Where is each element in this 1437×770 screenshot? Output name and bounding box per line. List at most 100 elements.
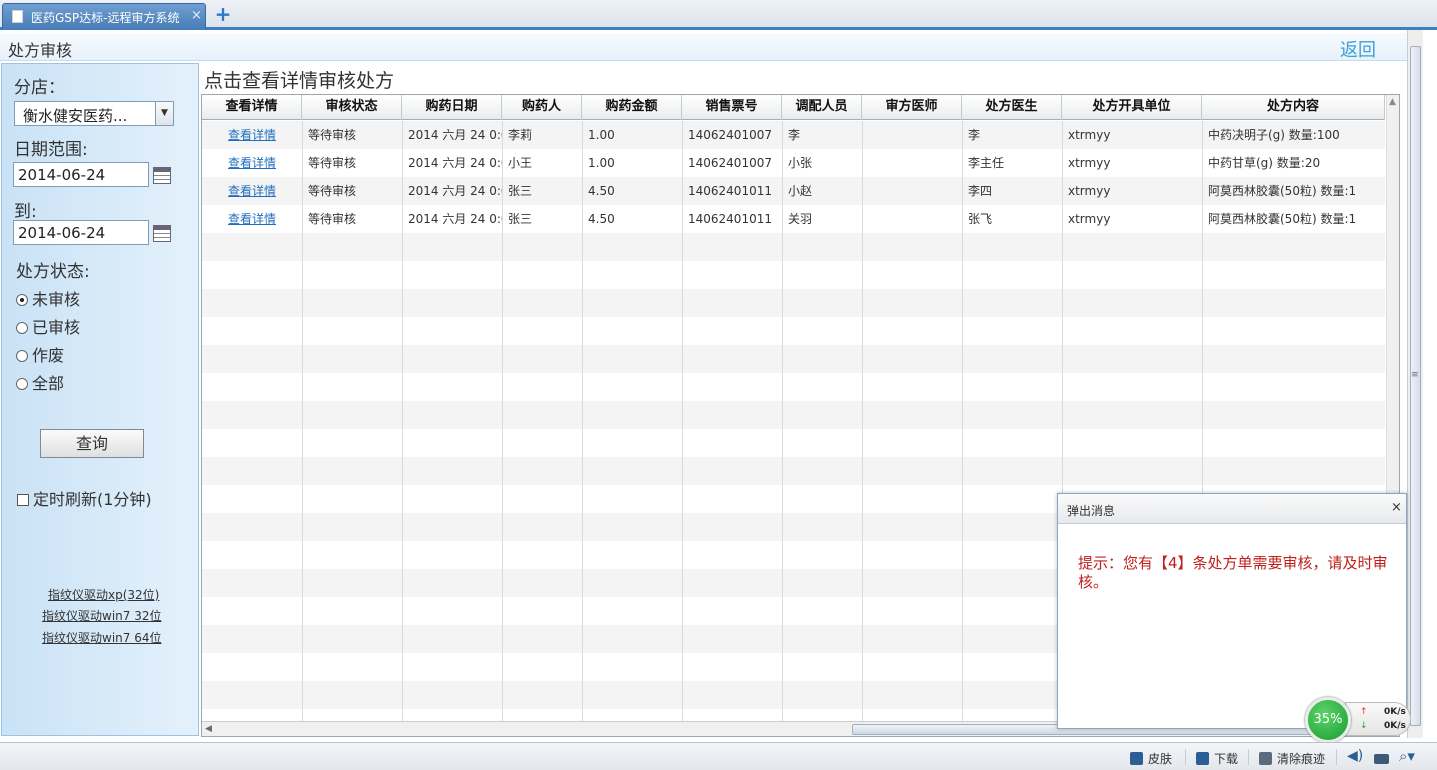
checkbox[interactable] <box>17 494 29 506</box>
empty-row <box>202 373 1385 401</box>
col-dispenser-cell: 小张 <box>788 156 813 170</box>
col-doctor-cell: 李四 <box>968 184 993 198</box>
back-link[interactable]: 返回 <box>1340 36 1376 62</box>
download-speed: 0K/s <box>1384 721 1406 731</box>
skin-button[interactable]: 皮肤 <box>1130 750 1172 767</box>
date-from-input[interactable]: 2014-06-24 <box>13 162 149 187</box>
clear-traces-button[interactable]: 清除痕迹 <box>1259 750 1325 767</box>
view-detail-link[interactable]: 查看详情 <box>202 149 302 177</box>
radio-status-all[interactable]: 全部 <box>16 370 64 394</box>
query-button[interactable]: 查询 <box>40 429 144 458</box>
download-button[interactable]: 下载 <box>1196 750 1238 767</box>
driver-link-win7-64[interactable]: 指纹仪驱动win7 64位 <box>42 629 161 646</box>
radio-button[interactable] <box>16 350 28 362</box>
col-ticket-no-cell: 14062401007 <box>688 128 772 142</box>
view-detail-link[interactable]: 查看详情 <box>202 121 302 149</box>
memory-usage-ball[interactable]: 35% <box>1305 697 1351 743</box>
col-reviewer-cell <box>862 121 962 149</box>
store-select[interactable]: 衡水健安医药... ▼ <box>14 101 174 126</box>
auto-refresh-checkbox[interactable]: 定时刷新(1分钟) <box>17 486 152 510</box>
network-speed-widget[interactable]: ↑ 0K/s ↓ 0K/s 35% <box>1305 697 1413 743</box>
status-label: 处方状态: <box>16 262 90 282</box>
upload-speed: 0K/s <box>1384 707 1406 717</box>
filter-panel: 分店： 衡水健安医药... ▼ 日期范围: 2014-06-24 到: 2014… <box>1 63 199 736</box>
radio-label: 全部 <box>32 374 65 393</box>
col-content-cell: 阿莫西林胶囊(50粒) 数量:1 <box>1208 184 1357 198</box>
radio-button[interactable] <box>16 322 28 334</box>
col-amount-cell: 1.00 <box>588 156 615 170</box>
col-review-status-header[interactable]: 审核状态 <box>302 95 402 120</box>
device-icon-shape <box>1374 754 1389 764</box>
grid-caption: 点击查看详情审核处方 <box>204 70 395 92</box>
empty-row <box>202 429 1385 457</box>
auto-refresh-label: 定时刷新(1分钟) <box>33 490 152 509</box>
col-buyer-header[interactable]: 购药人 <box>502 95 582 120</box>
radio-status-void[interactable]: 作废 <box>16 342 64 366</box>
driver-link-win7-32[interactable]: 指纹仪驱动win7 32位 <box>42 607 161 624</box>
popup-title: 弹出消息 <box>1067 504 1116 518</box>
divider <box>1248 749 1249 765</box>
calendar-icon[interactable] <box>153 225 171 242</box>
speaker-icon[interactable]: ◀) <box>1347 748 1363 764</box>
radio-status-unreviewed[interactable]: 未审核 <box>16 286 80 310</box>
col-content-header[interactable]: 处方内容 <box>1202 95 1385 120</box>
col-issuer-cell: xtrmyy <box>1068 184 1111 198</box>
page-scroll-thumb[interactable] <box>1410 46 1421 726</box>
broom-icon <box>1259 752 1272 765</box>
download-icon <box>1196 752 1209 765</box>
page-vertical-scrollbar[interactable]: ≡ <box>1407 30 1423 738</box>
date-to-input[interactable]: 2014-06-24 <box>13 220 149 245</box>
col-issuer-cell: xtrmyy <box>1068 128 1111 142</box>
col-content-cell: 中药甘草(g) 数量:20 <box>1208 156 1321 170</box>
col-issuer-cell: xtrmyy <box>1068 156 1111 170</box>
view-detail-link[interactable]: 查看详情 <box>202 205 302 233</box>
col-ticket-no-cell: 14062401011 <box>688 212 772 226</box>
col-review-status-cell: 等待审核 <box>308 212 357 226</box>
scroll-left-icon[interactable]: ◀ <box>205 724 212 734</box>
radio-button[interactable] <box>16 294 28 306</box>
arrow-up-icon: ↑ <box>1360 707 1368 717</box>
divider <box>1336 749 1337 765</box>
col-purchase-date-header[interactable]: 购药日期 <box>402 95 502 120</box>
driver-link-xp32[interactable]: 指纹仪驱动xp(32位) <box>48 586 159 603</box>
col-reviewer-cell <box>862 177 962 205</box>
col-ticket-no-cell: 14062401011 <box>688 184 772 198</box>
skin-icon <box>1130 752 1143 765</box>
col-amount-cell: 4.50 <box>588 212 615 226</box>
col-reviewer-header[interactable]: 审方医师 <box>862 95 962 120</box>
device-icon[interactable] <box>1374 751 1394 765</box>
col-dispenser-cell: 关羽 <box>788 212 813 226</box>
view-detail-link[interactable]: 查看详情 <box>202 177 302 205</box>
chevron-down-icon[interactable]: ▼ <box>155 102 173 125</box>
col-review-status-cell: 等待审核 <box>308 156 357 170</box>
calendar-icon[interactable] <box>153 167 171 184</box>
new-tab-button[interactable]: + <box>214 4 232 24</box>
col-content-cell: 阿莫西林胶囊(50粒) 数量:1 <box>1208 212 1357 226</box>
col-amount-header[interactable]: 购药金额 <box>582 95 682 120</box>
col-doctor-cell: 李主任 <box>968 156 1005 170</box>
col-ticket-no-header[interactable]: 销售票号 <box>682 95 782 120</box>
col-doctor-cell: 张飞 <box>968 212 993 226</box>
col-issuer-header[interactable]: 处方开具单位 <box>1062 95 1202 120</box>
col-dispenser-header[interactable]: 调配人员 <box>782 95 862 120</box>
zoom-icon[interactable]: ⌕▾ <box>1399 747 1415 765</box>
col-dispenser-cell: 李 <box>788 128 801 142</box>
document-icon <box>12 10 23 23</box>
tab-title: 医药GSP达标-远程审方系统 <box>31 11 180 25</box>
browser-tabbar: 医药GSP达标-远程审方系统 × + <box>0 0 1437 30</box>
scroll-up-icon[interactable]: ▲ <box>1389 97 1396 107</box>
radio-button[interactable] <box>16 378 28 390</box>
col-buyer-cell: 小王 <box>508 156 533 170</box>
speed-pill: ↑ 0K/s ↓ 0K/s <box>1345 702 1411 736</box>
grid-header: 查看详情 审核状态 购药日期 购药人 购药金额 销售票号 调配人员 审方医师 处方医生 处方开具单… <box>202 95 1385 120</box>
radio-status-reviewed[interactable]: 已审核 <box>16 314 80 338</box>
close-icon[interactable]: × <box>1391 500 1402 515</box>
col-view-detail-header[interactable]: 查看详情 <box>202 95 302 120</box>
empty-row <box>202 457 1385 485</box>
tab-close-icon[interactable]: × <box>191 8 202 23</box>
empty-row <box>202 261 1385 289</box>
col-amount-cell: 4.50 <box>588 184 615 198</box>
popup-header: 弹出消息 × <box>1058 494 1406 524</box>
col-doctor-header[interactable]: 处方医生 <box>962 95 1062 120</box>
browser-tab[interactable]: 医药GSP达标-远程审方系统 × <box>2 3 206 29</box>
